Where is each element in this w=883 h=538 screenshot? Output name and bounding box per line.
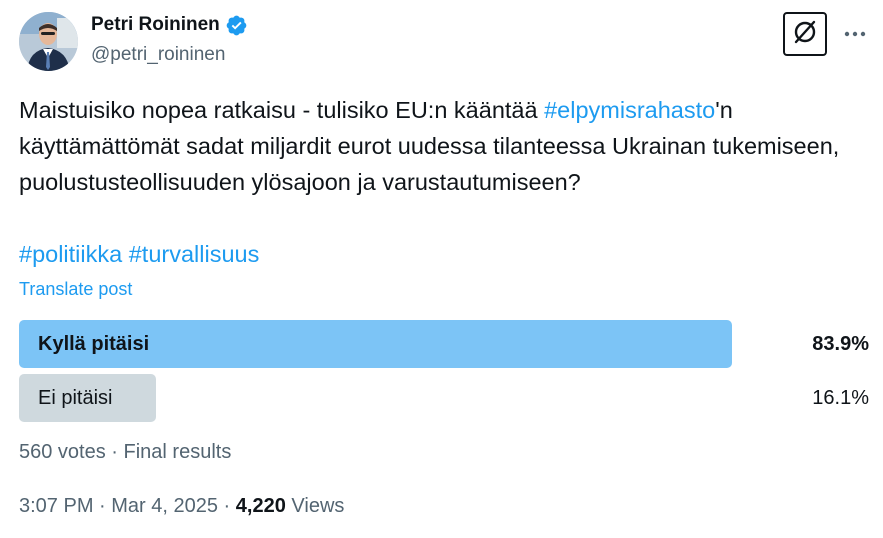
poll-option-label: Kyllä pitäisi xyxy=(38,333,150,355)
poll-option-label: Ei pitäisi xyxy=(38,387,113,409)
post-meta: 3:07 PM · Mar 4, 2025 · 4,220 Views xyxy=(19,495,344,518)
poll-summary: 560 votes · Final results xyxy=(19,441,231,464)
author-display-name[interactable]: Petri Roininen xyxy=(91,14,220,36)
poll-option-percent: 16.1% xyxy=(812,387,869,409)
hashtag-link-turvallisuus[interactable]: #turvallisuus xyxy=(129,241,260,267)
poll-option-0: Kyllä pitäisi 83.9% xyxy=(19,320,869,368)
tweet-text: Maistuisiko nopea ratkaisu - tulisiko EU… xyxy=(19,92,869,200)
hashtag-link-elpymisrahasto[interactable]: #elpymisrahasto xyxy=(544,97,715,123)
author-handle[interactable]: @petri_roininen xyxy=(91,44,225,66)
avatar-photo xyxy=(19,12,78,71)
tweet-text-part-1: Maistuisiko nopea ratkaisu - tulisiko EU… xyxy=(19,97,545,123)
separator-dot: · xyxy=(105,441,124,463)
post-time-link[interactable]: 3:07 PM xyxy=(19,495,93,517)
views-count: 4,220 xyxy=(235,495,286,517)
hashtag-list: #politiikka #turvallisuus xyxy=(19,236,259,272)
hashtag-link-politiikka[interactable]: #politiikka xyxy=(19,241,122,267)
translate-post-link[interactable]: Translate post xyxy=(19,279,132,300)
previous-content-clipped: ​ xyxy=(0,0,883,6)
poll-option-1: Ei pitäisi 16.1% xyxy=(19,374,869,422)
poll-vote-count: 560 votes xyxy=(19,441,106,463)
views-label: Views xyxy=(285,495,345,517)
author-name-row[interactable]: Petri Roininen xyxy=(91,12,248,38)
separator-dot: · xyxy=(93,495,112,517)
more-options-button[interactable] xyxy=(838,16,872,50)
avatar[interactable] xyxy=(19,12,78,71)
poll-status: Final results xyxy=(123,441,232,463)
grok-button[interactable] xyxy=(783,12,827,56)
more-horizontal-icon xyxy=(844,24,866,42)
poll-option-percent: 83.9% xyxy=(812,333,869,355)
post-date-link[interactable]: Mar 4, 2025 xyxy=(111,495,218,517)
grok-icon xyxy=(792,19,818,50)
separator-dot: · xyxy=(218,495,236,517)
verified-badge-icon[interactable] xyxy=(225,14,248,37)
